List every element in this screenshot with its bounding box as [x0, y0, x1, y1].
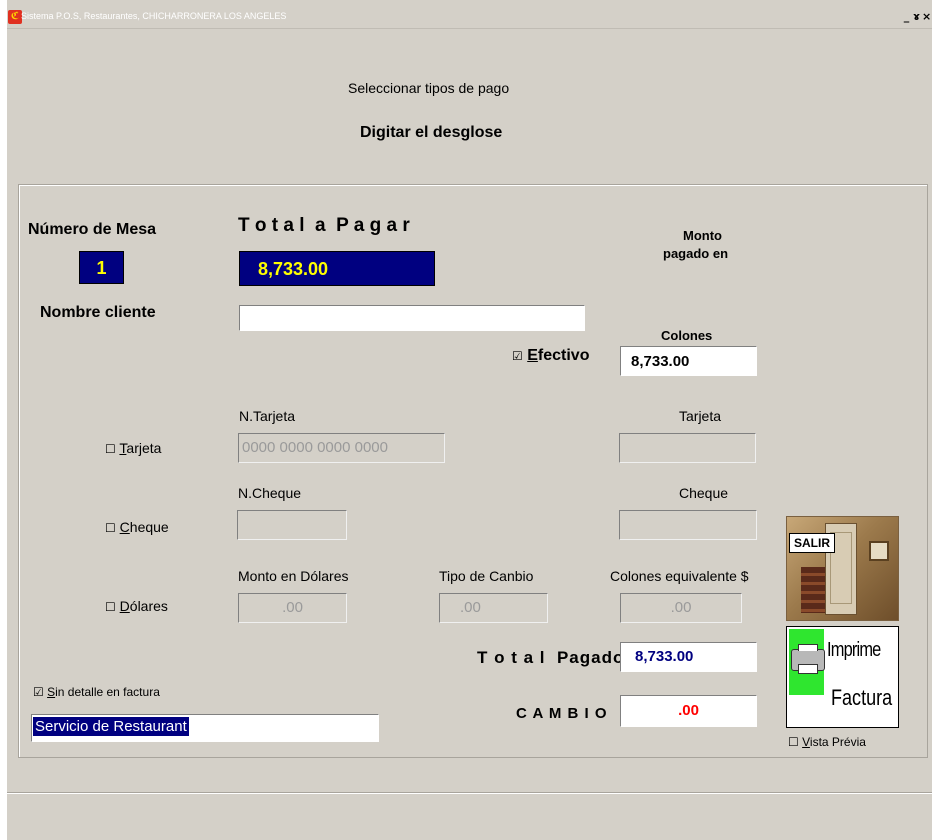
cheque-check-mark: ☐: [105, 521, 116, 535]
exchange-rate-label: Tipo de Canbio: [439, 568, 534, 584]
card-amount-input[interactable]: [619, 433, 756, 463]
dolares-check-mark: ☐: [105, 600, 116, 614]
efectivo-checkbox[interactable]: ☑ Efectivo: [512, 347, 589, 365]
preview-label-accesskey: V: [802, 735, 810, 749]
print-button-label-1: Imprime: [827, 639, 881, 661]
card-number-input[interactable]: 0000 0000 0000 0000: [238, 433, 445, 463]
header-breakdown: Digitar el desglose: [360, 124, 503, 141]
table-number-field: 1: [79, 251, 124, 284]
printer-icon: [791, 644, 825, 674]
client-name-input[interactable]: [239, 305, 585, 331]
total-paid-label: T o t a l Pagado: [477, 648, 625, 667]
main-window: ℭ Sistema P.O.S, Restaurantes, CHICHARRO…: [7, 0, 932, 840]
cheque-label: heque: [129, 519, 169, 535]
invoice-detail-input[interactable]: Servicio de Restaurant: [31, 714, 379, 742]
sin-detalle-label-accesskey: S: [47, 685, 56, 699]
check-number-input[interactable]: [237, 510, 347, 540]
dolares-label: ólares: [129, 598, 168, 614]
efectivo-label-accesskey: E: [527, 347, 538, 364]
stairs-graphic: [801, 567, 825, 613]
dolares-checkbox[interactable]: ☐ Dólares: [105, 598, 168, 614]
print-button-label-2: Factura: [831, 685, 893, 710]
tarjeta-checkbox[interactable]: ☐ Tarjeta: [105, 440, 161, 456]
usd-amount-input[interactable]: .00: [238, 593, 347, 623]
client-name-label: Nombre cliente: [40, 304, 156, 321]
exit-button-label: SALIR: [789, 533, 835, 553]
efectivo-amount-input[interactable]: 8,733.00: [620, 346, 757, 376]
colones-label: Colones: [661, 328, 713, 343]
window-controls: _ ɤ×: [902, 10, 932, 23]
preview-checkbox[interactable]: ☐ Vista Prévia: [788, 735, 866, 749]
print-invoice-button[interactable]: Imprime Factura: [786, 626, 899, 728]
sin-detalle-label: in detalle en factura: [55, 685, 160, 699]
preview-label: ista Prévia: [809, 735, 866, 749]
usd-amount-label: Monto en Dólares: [238, 568, 349, 584]
total-to-pay-field: 8,733.00: [239, 251, 435, 286]
change-label: C A M B I O: [516, 705, 608, 722]
dolares-label-accesskey: D: [119, 598, 130, 614]
minimize-button[interactable]: _: [902, 10, 912, 23]
exchange-rate-input[interactable]: .00: [439, 593, 548, 623]
app-icon: ℭ: [8, 10, 22, 24]
colones-equivalent-label: Colones equivalente $: [610, 568, 749, 584]
title-bar: ℭ Sistema P.O.S, Restaurantes, CHICHARRO…: [7, 8, 932, 29]
preview-check-mark: ☐: [788, 735, 799, 749]
total-to-pay-label: T o t a l a P a g a r: [238, 215, 410, 236]
picture-frame-graphic: [869, 541, 889, 561]
check-amount-input[interactable]: [619, 510, 757, 540]
header-select-payment: Seleccionar tipos de pago: [348, 80, 510, 96]
check-number-label: N.Cheque: [238, 485, 302, 501]
check-amount-label: Cheque: [679, 485, 729, 501]
amount-paid-label-1: Monto: [683, 228, 722, 243]
exit-button[interactable]: SALIR: [786, 516, 899, 621]
card-amount-label: Tarjeta: [679, 408, 722, 424]
cheque-label-accesskey: C: [119, 519, 130, 535]
amount-paid-label-2: pagado en: [663, 246, 729, 261]
invoice-detail-selected-text: Servicio de Restaurant: [33, 717, 189, 736]
window-title: Sistema P.O.S, Restaurantes, CHICHARRONE…: [21, 11, 287, 21]
sin-detalle-check-mark: ☑: [33, 685, 44, 699]
card-number-label: N.Tarjeta: [239, 408, 296, 424]
total-paid-field: 8,733.00: [620, 642, 757, 672]
tarjeta-label: arjeta: [126, 440, 162, 456]
sin-detalle-checkbox[interactable]: ☑ Sin detalle en factura: [33, 685, 160, 699]
efectivo-check-mark: ☑: [512, 349, 523, 363]
colones-equivalent-input[interactable]: .00: [620, 593, 742, 623]
close-button[interactable]: ×: [922, 10, 932, 23]
table-number-label: Número de Mesa: [28, 221, 157, 238]
restore-button[interactable]: ɤ: [912, 10, 922, 23]
cheque-checkbox[interactable]: ☐ Cheque: [105, 519, 169, 535]
efectivo-label: fectivo: [537, 347, 590, 364]
status-divider: [7, 792, 932, 793]
tarjeta-check-mark: ☐: [105, 442, 116, 456]
change-field: .00: [620, 695, 757, 727]
